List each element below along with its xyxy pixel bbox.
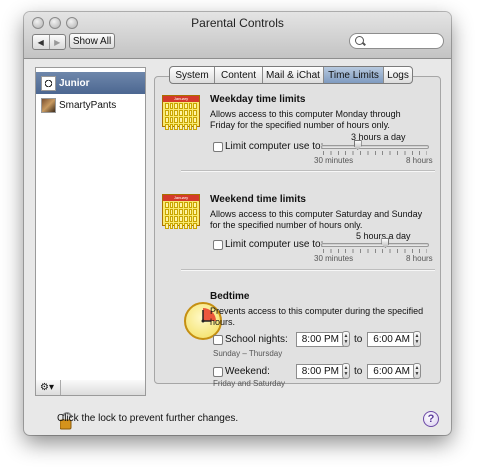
weekend-bedtime-end-stepper[interactable]: ▲ ▼ <box>413 363 421 379</box>
tab-content[interactable]: Content <box>214 67 262 83</box>
weekend-description: Allows access to this computer Saturday … <box>210 209 423 230</box>
account-name: SmartyPants <box>59 99 117 111</box>
weekday-limit-checkbox[interactable] <box>213 142 223 152</box>
school-nights-to-label: to <box>354 334 363 345</box>
school-nights-start-stepper[interactable]: ▲ ▼ <box>342 331 350 347</box>
school-nights-label: School nights: <box>225 334 288 345</box>
weekend-bedtime-sublabel: Friday and Saturday <box>213 379 286 388</box>
divider <box>60 380 61 395</box>
stepper-down-icon: ▼ <box>343 339 349 345</box>
weekend-bedtime-start-stepper[interactable]: ▲ ▼ <box>342 363 350 379</box>
tab-mail-ichat[interactable]: Mail & iChat <box>262 67 323 83</box>
weekday-min-label: 30 minutes <box>314 156 354 165</box>
school-nights-checkbox[interactable] <box>213 335 223 345</box>
weekend-bedtime-label: Weekend: <box>225 366 270 377</box>
weekend-bedtime-to-label: to <box>354 366 363 377</box>
show-all-button[interactable]: Show All <box>69 33 115 49</box>
tab-bar: System Content Mail & iChat Time Limits … <box>169 66 413 84</box>
back-arrow-icon[interactable]: ◀ <box>33 35 49 49</box>
dog-avatar-icon <box>41 97 56 113</box>
search-input[interactable] <box>368 35 442 49</box>
parental-controls-window: Parental Controls ◀ ▶ Show All Junior Sm… <box>24 12 451 435</box>
weekend-slider-ticks <box>323 249 427 253</box>
back-forward-control: ◀ ▶ <box>32 34 66 50</box>
weekday-description: Allows access to this computer Monday th… <box>210 109 401 130</box>
section-divider <box>181 170 435 171</box>
weekday-title: Weekday time limits <box>210 94 306 105</box>
account-list: Junior SmartyPants <box>35 67 146 381</box>
weekday-limit-label: Limit computer use to: <box>225 141 324 152</box>
weekend-bedtime-end-time[interactable]: 6:00 AM <box>367 364 415 379</box>
help-button[interactable]: ? <box>423 411 439 427</box>
account-item-junior[interactable]: Junior <box>36 72 145 94</box>
weekend-bedtime-checkbox[interactable] <box>213 367 223 377</box>
gear-icon[interactable]: ⚙▾ <box>40 381 60 394</box>
search-icon <box>355 36 364 45</box>
sidebar-footer: ⚙▾ <box>35 380 146 396</box>
weekend-bedtime-start-time[interactable]: 8:00 PM <box>296 364 344 379</box>
account-name: Junior <box>59 77 90 89</box>
school-nights-end-time[interactable]: 6:00 AM <box>367 332 415 347</box>
title-bar: Parental Controls ◀ ▶ Show All <box>24 12 451 59</box>
lock-status-text: Click the lock to prevent further change… <box>57 413 239 424</box>
tab-system[interactable]: System <box>170 67 214 83</box>
school-nights-sublabel: Sunday – Thursday <box>213 349 283 358</box>
weekend-calendar-icon: January <box>162 194 200 229</box>
school-nights-start-time[interactable]: 8:00 PM <box>296 332 344 347</box>
window-title: Parental Controls <box>191 16 284 30</box>
stepper-down-icon: ▼ <box>343 371 349 377</box>
search-field[interactable] <box>349 33 444 49</box>
bedtime-title: Bedtime <box>210 291 250 302</box>
account-item-smartypants[interactable]: SmartyPants <box>36 94 145 116</box>
weekday-slider-ticks <box>323 151 427 155</box>
tab-time-limits[interactable]: Time Limits <box>323 67 383 83</box>
section-divider <box>181 269 435 270</box>
weekday-calendar-icon: January <box>162 95 200 130</box>
stepper-down-icon: ▼ <box>414 371 420 377</box>
stepper-down-icon: ▼ <box>414 339 420 345</box>
weekend-title: Weekend time limits <box>210 194 306 205</box>
weekday-max-label: 8 hours <box>406 156 433 165</box>
forward-arrow-icon[interactable]: ▶ <box>48 35 66 49</box>
weekend-min-label: 30 minutes <box>314 254 354 263</box>
school-nights-end-stepper[interactable]: ▲ ▼ <box>413 331 421 347</box>
weekend-max-label: 8 hours <box>406 254 433 263</box>
tab-logs[interactable]: Logs <box>383 67 412 83</box>
weekend-limit-checkbox[interactable] <box>213 240 223 250</box>
soccer-ball-avatar-icon <box>41 75 56 91</box>
bedtime-description: Prevents access to this computer during … <box>210 306 424 327</box>
weekend-limit-label: Limit computer use to: <box>225 239 324 250</box>
weekend-slider-track[interactable] <box>321 243 429 247</box>
weekday-slider-track[interactable] <box>321 145 429 149</box>
